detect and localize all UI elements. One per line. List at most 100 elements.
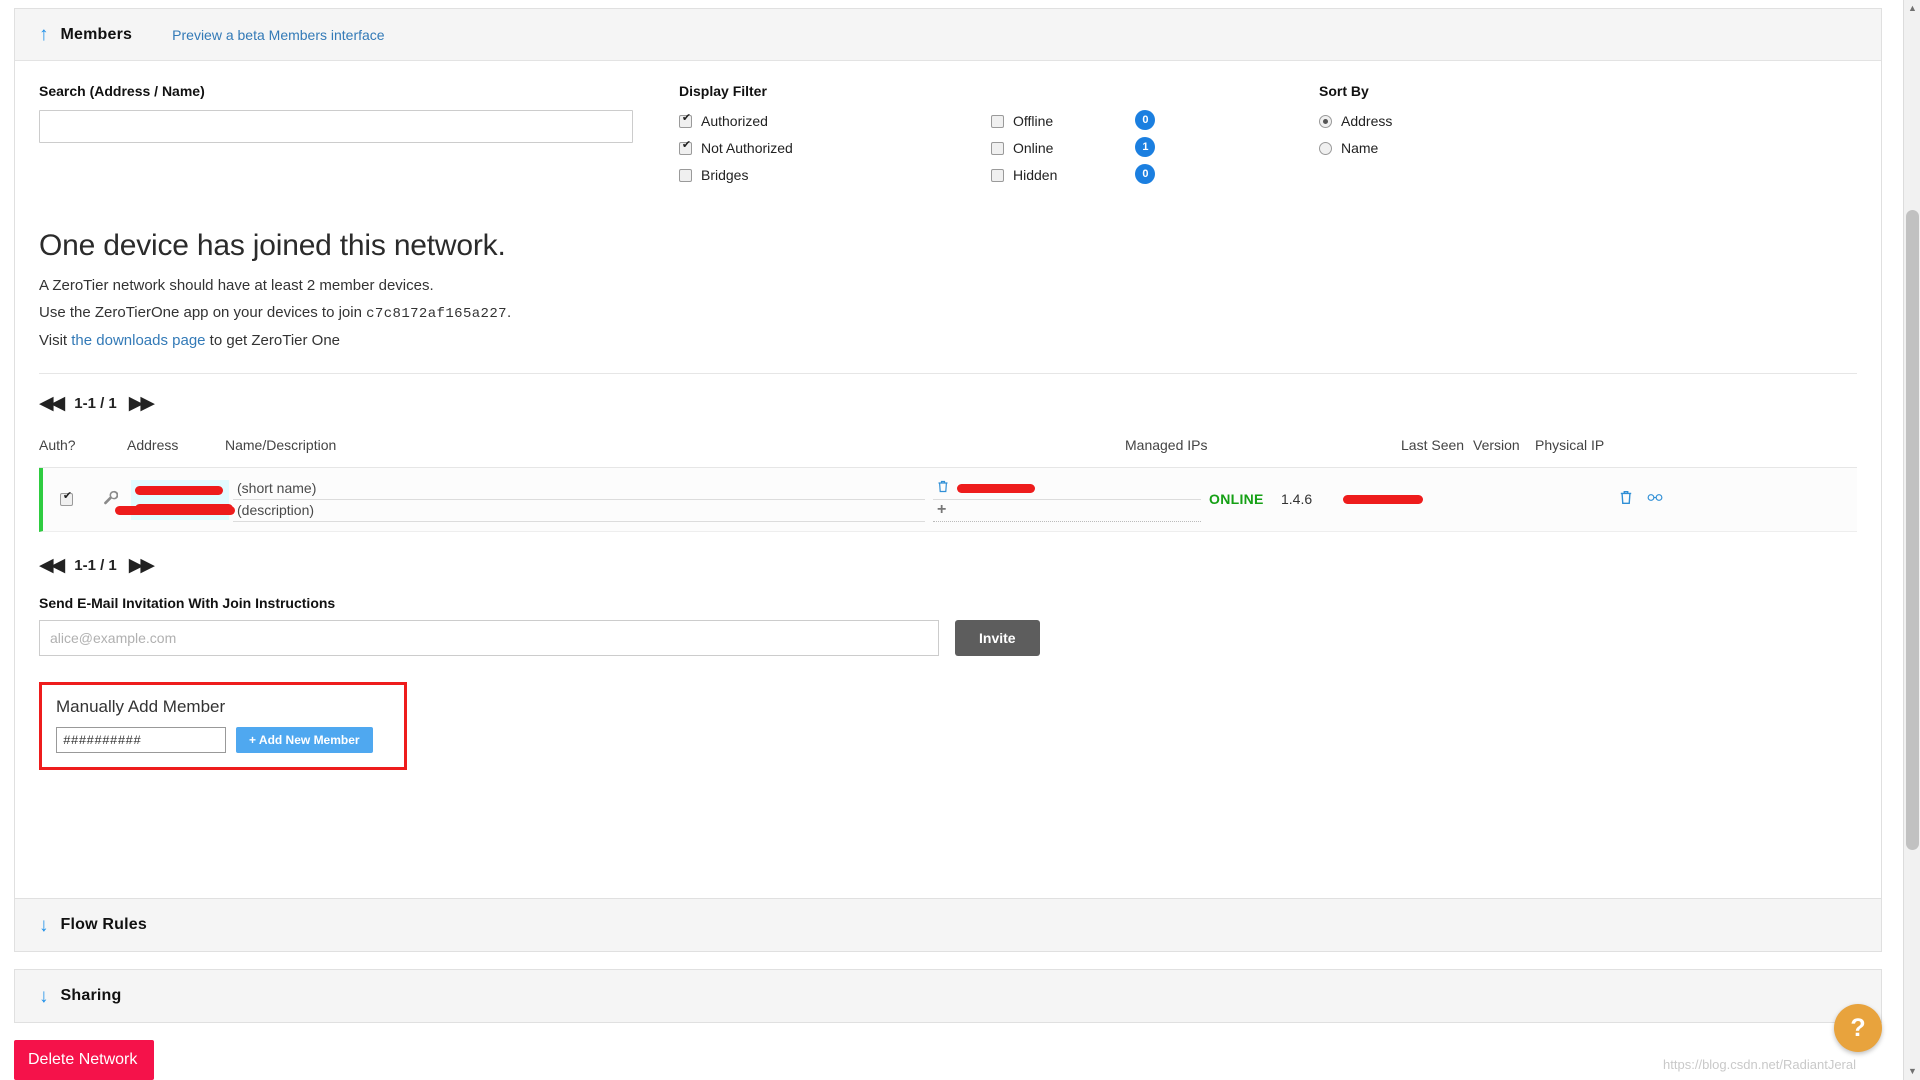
pager-range-bottom: 1-1 / 1 [74,557,117,574]
redaction-bar [115,506,235,515]
sharing-header[interactable]: ↓ Sharing [15,970,1881,1022]
filter-online[interactable]: Online [991,137,1057,159]
trash-icon[interactable] [937,480,949,497]
flow-rules-panel: ↓ Flow Rules [14,898,1882,952]
search-column: Search (Address / Name) [39,83,679,143]
checkbox-hidden-icon[interactable] [991,169,1004,182]
sort-by-label: Sort By [1319,83,1392,99]
zerotier-network-page: ↑ Members Preview a beta Members interfa… [0,0,1920,1080]
row-last-seen-cell: ONLINE [1205,491,1277,508]
sharing-panel: ↓ Sharing [14,969,1882,1023]
pager-bottom: ◀◀ 1-1 / 1 ▶▶ [39,550,1857,577]
scroll-down-icon[interactable]: ▼ [1904,1063,1920,1080]
checkbox-row-authorized-icon[interactable] [60,493,73,506]
display-filter-label: Display Filter [679,83,1319,99]
filter-bridges-label: Bridges [701,167,748,183]
notice-line-2-suffix: . [507,304,511,321]
downloads-page-link[interactable]: the downloads page [71,332,205,349]
managed-ip-add-row[interactable]: + [933,500,1201,522]
invite-label: Send E-Mail Invitation With Join Instruc… [39,595,1857,611]
expand-arrow-down-icon[interactable]: ↓ [39,916,49,935]
managed-ip-row [933,478,1201,500]
sort-by-column: Sort By Address Name [1319,83,1392,164]
notice-line-3: Visit the downloads page to get ZeroTier… [39,332,1857,349]
collapse-arrow-up-icon[interactable]: ↑ [39,25,49,44]
notice-heading: One device has joined this network. [39,229,1857,263]
sort-by-name-label: Name [1341,140,1378,156]
filter-not-authorized[interactable]: Not Authorized [679,137,991,159]
sort-by-address[interactable]: Address [1319,110,1392,132]
member-short-name-input[interactable]: (short name) [233,478,925,500]
scrollbar-thumb[interactable] [1906,210,1919,850]
filter-online-label: Online [1013,140,1053,156]
member-address-input[interactable] [56,727,226,753]
manually-add-member-row: + Add New Member [56,727,390,753]
row-name-description-cell: (short name) (description) [229,478,929,522]
filter-offline[interactable]: Offline [991,110,1057,132]
filter-not-authorized-label: Not Authorized [701,140,793,156]
header-address: Address [127,437,225,453]
member-description-input[interactable]: (description) [233,500,925,522]
plus-icon[interactable]: + [937,501,946,519]
status-badge: ONLINE [1209,491,1264,507]
add-new-member-button[interactable]: + Add New Member [236,727,373,753]
members-panel-header[interactable]: ↑ Members Preview a beta Members interfa… [15,9,1881,61]
search-label: Search (Address / Name) [39,83,679,99]
checkbox-offline-icon[interactable] [991,115,1004,128]
flow-rules-header[interactable]: ↓ Flow Rules [15,899,1881,951]
manually-add-member-title: Manually Add Member [56,697,390,717]
pager-range-top: 1-1 / 1 [74,395,117,412]
notice-line-2: Use the ZeroTierOne app on your devices … [39,304,1857,322]
redaction-bar [957,484,1035,493]
notice-line-3-prefix: Visit [39,332,71,349]
notice-line-1: A ZeroTier network should have at least … [39,277,1857,294]
row-managed-ips-cell: + [929,478,1205,522]
pager-last-icon[interactable]: ▶▶ [129,392,152,415]
filter-authorized[interactable]: Authorized [679,110,991,132]
sharing-title: Sharing [61,987,122,1005]
filter-count-badges: 0 1 0 [1135,110,1155,191]
redaction-bar [135,486,223,495]
badge-online-count: 1 [1135,137,1155,157]
member-version: 1.4.6 [1281,491,1312,507]
notice-line-2-prefix: Use the ZeroTierOne app on your devices … [39,304,366,321]
row-auth-cell [43,493,99,506]
invite-email-input[interactable] [39,620,939,656]
filter-authorized-label: Authorized [701,113,768,129]
members-body: Search (Address / Name) Display Filter A… [15,61,1881,921]
expand-arrow-down-icon[interactable]: ↓ [39,987,49,1006]
pager-first-icon[interactable]: ◀◀ [39,392,62,415]
beta-members-interface-link[interactable]: Preview a beta Members interface [172,27,384,43]
sort-by-address-label: Address [1341,113,1392,129]
pager-last-icon-bottom[interactable]: ▶▶ [129,554,152,577]
checkbox-bridges-icon[interactable] [679,169,692,182]
help-button[interactable]: ? [1834,1004,1882,1052]
sort-by-name[interactable]: Name [1319,137,1392,159]
members-table: Auth? Address Name/Description Managed I… [39,437,1857,532]
member-link-icon[interactable] [1647,490,1663,510]
checkbox-online-icon[interactable] [991,142,1004,155]
checkbox-not-authorized-icon[interactable] [679,142,692,155]
invite-button[interactable]: Invite [955,620,1040,656]
filter-bridges[interactable]: Bridges [679,164,991,186]
row-actions-cell [1601,490,1661,510]
network-id: c7c8172af165a227 [366,306,507,322]
page-scrollbar[interactable]: ▲ ▼ [1903,0,1920,1080]
radio-name-icon[interactable] [1319,142,1332,155]
checkbox-authorized-icon[interactable] [679,115,692,128]
pager-first-icon-bottom[interactable]: ◀◀ [39,554,62,577]
table-row[interactable]: (short name) (description) [39,468,1857,532]
members-panel: ↑ Members Preview a beta Members interfa… [14,8,1882,922]
row-physical-ip-cell [1339,491,1601,508]
header-version: Version [1473,437,1535,453]
display-filter-right-column: Offline Online Hidden [991,110,1057,191]
manually-add-member-box: Manually Add Member + Add New Member [39,682,407,770]
redaction-bar [1343,495,1423,504]
notice-line-3-suffix: to get ZeroTier One [206,332,341,349]
delete-network-button[interactable]: Delete Network [14,1040,154,1080]
delete-member-icon[interactable] [1619,490,1633,510]
search-input[interactable] [39,110,633,143]
filter-hidden[interactable]: Hidden [991,164,1057,186]
scroll-up-icon[interactable]: ▲ [1904,0,1920,17]
radio-address-icon[interactable] [1319,115,1332,128]
